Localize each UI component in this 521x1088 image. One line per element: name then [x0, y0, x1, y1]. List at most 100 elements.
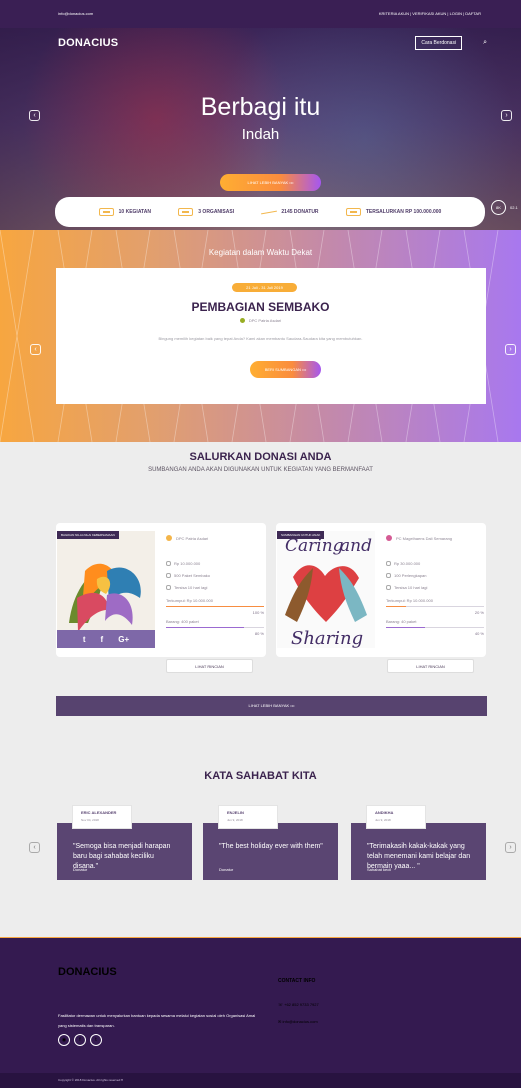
- testimonial-card-2: ENJELIN Jun 9, 2018 "The best holiday eve…: [203, 805, 338, 880]
- and-text: and: [340, 536, 372, 556]
- campaign-org-label-1: DPC Patria Asdari: [176, 535, 209, 541]
- goods-percent-2: 40 %: [474, 631, 484, 636]
- collected-percent-2: 20 %: [474, 610, 484, 615]
- sharing-text: Sharing: [291, 628, 363, 648]
- event-heading: Kegiatan dalam Waktu Dekat: [208, 248, 313, 257]
- stat-organisasi-label: 3 ORGANISASI: [198, 209, 235, 215]
- footer-accent-line: [0, 937, 521, 938]
- testimonial-header-1: ERIC ALEXANDER Nov 04, 2018: [72, 805, 132, 829]
- campaign-org-1: DPC Patria Asdari: [166, 535, 264, 541]
- side-badge-icon[interactable]: 8K: [491, 200, 506, 215]
- stat-donatur: 2145 DONATUR: [261, 208, 318, 216]
- testimonial-name-2: ENJELIN: [227, 810, 244, 815]
- top-links[interactable]: KRITERIA AKUN | VERIFIKASI AKUN | LOGIN …: [379, 0, 481, 28]
- goods-label-1: Barang: 400 paket: [166, 619, 199, 624]
- campaign-tag-2: SUMBANGAN UNTUK ANAK: [277, 531, 325, 539]
- testimonial-role-2: Donatur: [219, 867, 234, 872]
- donation-subtitle: SUMBANGAN ANDA AKAN DIGUNAKAN UNTUK KEGI…: [148, 467, 373, 473]
- event-next-arrow-icon[interactable]: ›: [505, 344, 516, 355]
- time-label: Tersisa 10 hari lagi: [174, 585, 208, 590]
- collected-label-2: Terkumpul: Rp 10.000.000: [386, 598, 433, 603]
- search-icon[interactable]: ⌕: [483, 39, 487, 47]
- testimonial-date-1: Nov 04, 2018: [81, 818, 99, 822]
- facebook-icon[interactable]: f: [101, 635, 104, 644]
- email-contact[interactable]: ✉ info@donacius.com: [278, 1019, 318, 1024]
- testimonial-next-arrow-icon[interactable]: ›: [505, 842, 516, 853]
- testimonial-header-3: ANDIKHA Jun 9, 2018: [366, 805, 426, 829]
- campaign-amount-2: Rp 30.000.000: [386, 558, 484, 570]
- stats-bar: 10 KEGIATAN 3 ORGANISASI 2145 DONATUR TE…: [55, 197, 485, 227]
- hero-more-label: LIHAT LEBIH BANYAK: [247, 180, 289, 185]
- campaign-detail-button-1[interactable]: LIHAT RINCIAN: [166, 659, 253, 673]
- testimonial-text-2: "The best holiday ever with them": [219, 843, 323, 850]
- hero-subtitle: Indah: [241, 126, 280, 143]
- collected-fill-2: [386, 606, 406, 607]
- campaign-info-1: DPC Patria Asdari Rp 10.000.000 500 Pake…: [166, 535, 264, 636]
- phone-contact[interactable]: ☏ +62 852 9733 7927: [278, 1002, 319, 1007]
- organization-icon: [386, 535, 392, 541]
- hero-more-button[interactable]: LIHAT LEBIH BANYAK •••: [220, 174, 321, 191]
- goods-progress-1: [166, 627, 264, 628]
- stat-donatur-label: 2145 DONATUR: [281, 209, 319, 215]
- main-navigation: DONACIUS Cara Berdonasi ⌕: [58, 34, 487, 52]
- collected-progress-2: [386, 606, 484, 607]
- donation-more-button[interactable]: LIHAT LEBIH BANYAK •••: [56, 696, 487, 716]
- twitter-icon[interactable]: t: [83, 635, 86, 644]
- testimonials-title: KATA SAHABAT KITA: [204, 770, 317, 782]
- google-plus-icon[interactable]: G+: [118, 635, 129, 644]
- footer-logo[interactable]: DONACIUS: [58, 966, 117, 978]
- building-icon: [178, 208, 194, 216]
- campaign-info-2: PC Magelhaens Dali Semarang Rp 30.000.00…: [386, 535, 484, 636]
- caring-sharing-illustration: Caring and Sharing: [277, 531, 375, 648]
- campaign-items-1: 500 Paket Sembako: [166, 570, 264, 582]
- campaign-tag-1: BAGIKAN NILAI-NILAI KEBERSAMAAN: [57, 531, 119, 539]
- campaign-time-1: Tersisa 10 hari lagi: [166, 582, 264, 594]
- campaign-org-2: PC Magelhaens Dali Semarang: [386, 535, 484, 541]
- testimonial-header-2: ENJELIN Jun 9, 2018: [218, 805, 278, 829]
- box-icon: [386, 573, 391, 579]
- hero-title: Berbagi itu: [200, 93, 321, 121]
- event-prev-arrow-icon[interactable]: ‹: [30, 344, 41, 355]
- collected-progress-1: [166, 606, 264, 607]
- twitter-icon[interactable]: t: [90, 1034, 102, 1046]
- collected-percent-1: 100 %: [252, 610, 264, 615]
- collected-label-1: Terkumpul: Rp 10.000.000: [166, 598, 213, 603]
- footer-social-icons: ◉ f t: [58, 1034, 102, 1046]
- hero-prev-arrow-icon[interactable]: ‹: [29, 110, 40, 121]
- testimonial-date-2: Jun 9, 2018: [227, 818, 243, 822]
- stat-tersalurkan: TERSALURKAN RP 100.000.000: [345, 208, 441, 216]
- cara-berdonasi-button[interactable]: Cara Berdonasi: [415, 36, 463, 50]
- stat-organisasi: 3 ORGANISASI: [178, 208, 234, 216]
- testimonial-name-3: ANDIKHA: [375, 810, 394, 815]
- items-label: 100 Perlengkapan: [394, 573, 427, 578]
- campaign-items-2: 100 Perlengkapan: [386, 570, 484, 582]
- site-logo[interactable]: DONACIUS: [58, 37, 118, 49]
- facebook-icon[interactable]: f: [74, 1034, 86, 1046]
- people-icon: [345, 208, 361, 216]
- organization-icon: [166, 535, 172, 541]
- share-bar-1: t f G+: [57, 630, 155, 648]
- campaign-image-1[interactable]: BAGIKAN NILAI-NILAI KEBERSAMAAN t f G+: [57, 531, 155, 648]
- instagram-icon[interactable]: ◉: [58, 1034, 70, 1046]
- campaign-detail-button-2[interactable]: LIHAT RINCIAN: [387, 659, 474, 673]
- testimonial-name-1: ERIC ALEXANDER: [81, 810, 117, 815]
- arrow-icon: [261, 208, 276, 216]
- campaign-amount-1: Rp 10.000.000: [166, 558, 264, 570]
- goods-percent-1: 80 %: [254, 631, 264, 636]
- donate-button-label: BERI SUMBANGAN: [264, 367, 301, 372]
- campaign-image-2[interactable]: Caring and Sharing SUMBANGAN UNTUK ANAK: [277, 531, 375, 648]
- goods-fill-1: [166, 627, 245, 628]
- hero-next-arrow-icon[interactable]: ›: [501, 110, 512, 121]
- goods-progress-2: [386, 627, 484, 628]
- event-date: 21 Juli - 31 Juli 2019: [232, 283, 297, 292]
- donate-button[interactable]: BERI SUMBANGAN •••: [250, 361, 321, 378]
- testimonial-body-3: "Terimakasih kakak-kakak yang telah mene…: [351, 823, 486, 880]
- top-email[interactable]: info@donacius.com: [58, 0, 93, 28]
- testimonial-body-1: "Semoga bisa menjadi harapan baru bagi s…: [57, 823, 192, 880]
- amount-label: Rp 10.000.000: [174, 561, 201, 566]
- clock-icon: [386, 585, 391, 591]
- testimonial-date-3: Jun 9, 2018: [375, 818, 391, 822]
- top-bar: info@donacius.com KRITERIA AKUN | VERIFI…: [0, 0, 521, 28]
- testimonial-prev-arrow-icon[interactable]: ‹: [29, 842, 40, 853]
- page: info@donacius.com KRITERIA AKUN | VERIFI…: [0, 0, 521, 1088]
